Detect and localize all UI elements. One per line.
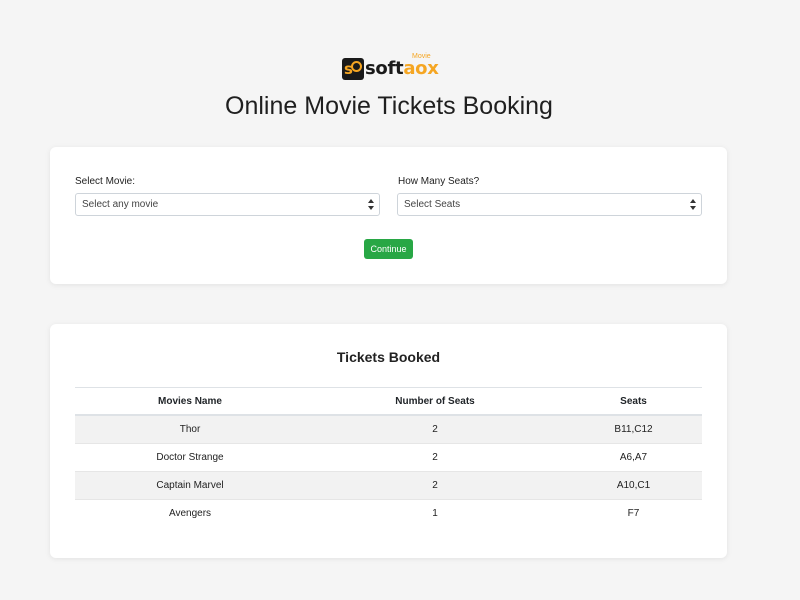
brand-name: softaox [365,58,439,80]
cell-movie: Doctor Strange [75,443,305,472]
brand-name-orange: aox [403,58,439,79]
movie-select-value: Select any movie [82,199,159,210]
table-row: Avengers 1 F7 [75,499,702,527]
logo-mark-icon: s [342,58,364,80]
cell-movie: Captain Marvel [75,471,305,500]
seats-select[interactable]: Select Seats [397,193,702,216]
select-arrows-icon [368,199,374,210]
column-header-movie: Movies Name [75,387,305,416]
brand-tag: Movie [412,53,431,60]
cell-movie: Thor [75,414,305,444]
page: s softaox Movie Online Movie Tickets Boo… [0,0,800,600]
select-arrows-icon [690,199,696,210]
cell-seat-count: 2 [305,443,565,472]
page-title: Online Movie Tickets Booking [225,92,553,120]
cell-seats: A6,A7 [565,443,702,472]
tickets-booked-table: Movies Name Number of Seats Seats Thor 2… [75,387,702,527]
continue-button[interactable]: Continue [364,239,413,259]
seats-select-label: How Many Seats? [398,176,480,187]
table-row: Doctor Strange 2 A6,A7 [75,443,702,472]
brand-logo: s softaox Movie [342,53,439,82]
column-header-seats: Seats [565,387,702,416]
cell-seat-count: 1 [305,499,565,527]
cell-seats: A10,C1 [565,471,702,500]
movie-select-label: Select Movie: [75,176,136,187]
cell-seats: F7 [565,499,702,527]
tickets-booked-heading: Tickets Booked [336,349,441,365]
table-row: Captain Marvel 2 A10,C1 [75,471,702,500]
table-header-row: Movies Name Number of Seats Seats [75,387,702,416]
table-row: Thor 2 B11,C12 [75,414,702,444]
cell-seat-count: 2 [305,471,565,500]
column-header-seat-count: Number of Seats [305,387,565,416]
cell-seats: B11,C12 [565,414,702,444]
seats-select-value: Select Seats [404,199,461,210]
brand-name-dark: soft [365,58,404,79]
movie-select[interactable]: Select any movie [75,193,380,216]
cell-movie: Avengers [75,499,305,527]
cell-seat-count: 2 [305,414,565,444]
